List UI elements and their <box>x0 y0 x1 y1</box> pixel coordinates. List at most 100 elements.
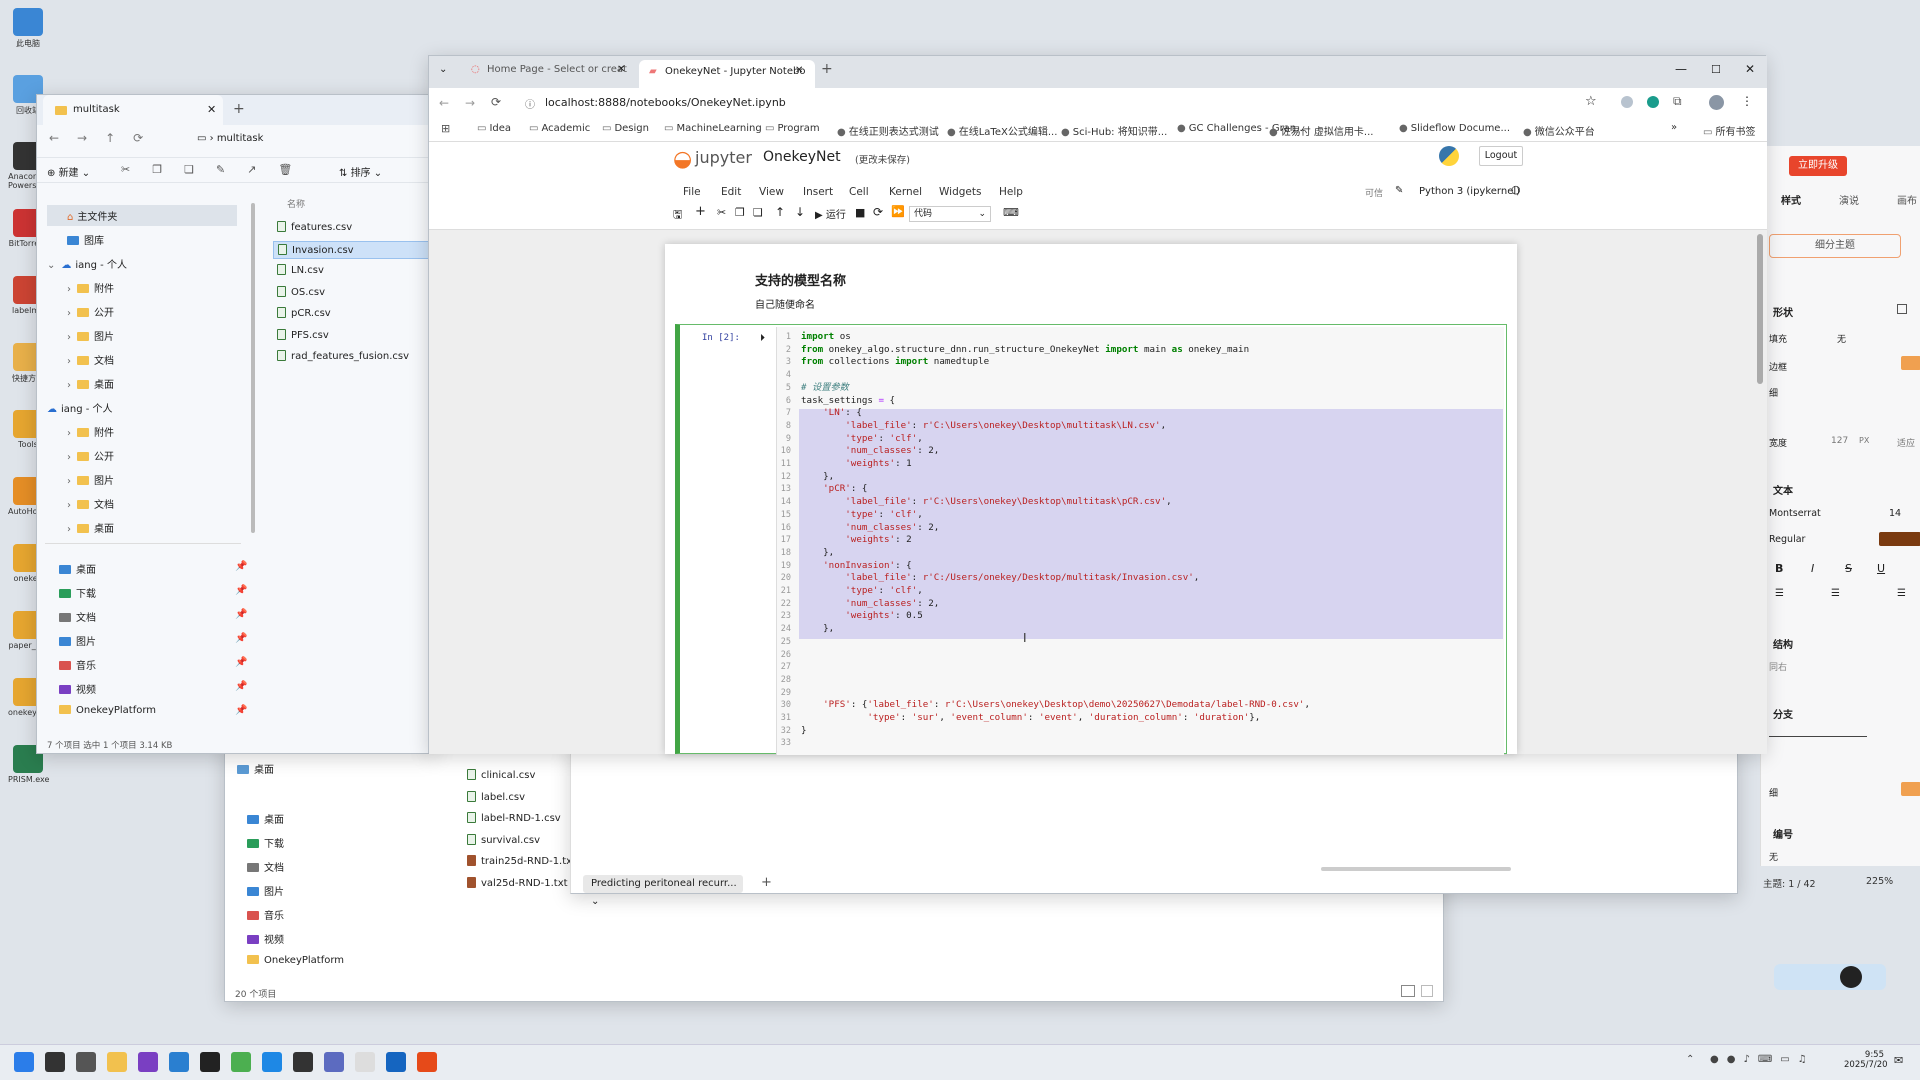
column-header-name[interactable]: 名称 <box>287 197 305 210</box>
run-button[interactable]: ▶ 运行 <box>815 206 846 221</box>
quick-access-item[interactable]: 视频 📌 <box>59 681 247 696</box>
file-item[interactable]: OS.csv <box>273 284 433 300</box>
file-item[interactable]: pCR.csv <box>273 305 433 321</box>
tree-item[interactable]: › 附件 <box>47 277 134 298</box>
cell-type-select[interactable]: 代码 ⌄ <box>909 206 991 222</box>
tab-style[interactable]: 样式 <box>1781 192 1801 207</box>
close-tab-icon[interactable]: ✕ <box>617 64 625 75</box>
quick-access-item[interactable]: OnekeyPlatform 📌 <box>59 705 247 716</box>
notebook-name[interactable]: OnekeyNet <box>763 149 841 165</box>
insert-cell-icon[interactable]: + <box>695 204 706 219</box>
quick-access-item[interactable]: OnekeyPlatform <box>247 955 417 966</box>
quick-access-item[interactable]: 文档 <box>247 859 417 874</box>
quick-access-item[interactable]: 下载 <box>247 835 417 850</box>
app-icon[interactable] <box>417 1052 437 1072</box>
tree-item[interactable]: › 附件 <box>47 421 134 442</box>
theme-button[interactable]: 细分主题 <box>1769 234 1901 258</box>
site-info-icon[interactable]: ⓘ <box>525 96 535 111</box>
tree-item-desktop[interactable]: 桌面 <box>237 761 274 776</box>
shape-icon[interactable] <box>1897 304 1907 314</box>
paste-icon[interactable]: ❏ <box>753 206 763 219</box>
sheet-tab[interactable]: Predicting peritoneal recurr... ⌄ <box>583 875 743 907</box>
file-item[interactable]: LN.csv <box>273 262 433 278</box>
kernel-name[interactable]: Python 3 (ipykernel) <box>1419 186 1520 197</box>
file-item[interactable]: survival.csv <box>467 833 540 846</box>
avatar[interactable] <box>1709 95 1724 110</box>
more-bookmarks-icon[interactable]: » <box>1671 122 1677 133</box>
auto-fit[interactable]: 适应 <box>1897 436 1915 449</box>
tab-canvas[interactable]: 画布 <box>1897 192 1917 207</box>
code-cell[interactable]: In [2]: ⏵ 1 import os 2 from onekey_algo.st… <box>675 324 1507 755</box>
number-value[interactable]: 无 <box>1769 850 1778 863</box>
app-icon[interactable] <box>200 1052 220 1072</box>
bookmark-item[interactable]: ▭ Program <box>765 123 820 134</box>
tree-item[interactable]: › 图片 <box>47 325 134 346</box>
notification-icon[interactable]: ✉ <box>1894 1054 1903 1067</box>
quick-access-item[interactable]: 下载 📌 <box>59 585 247 600</box>
notebook-scrollbar[interactable] <box>1757 234 1763 384</box>
quick-access-item[interactable]: 桌面 📌 <box>59 561 247 576</box>
tree-item[interactable]: ⌄ ☁ iang - 个人 <box>41 253 133 274</box>
new-tab-icon[interactable]: + <box>821 61 833 77</box>
zoom-level[interactable]: 225% <box>1866 876 1893 887</box>
app-icon[interactable] <box>138 1052 158 1072</box>
code-editor[interactable]: 1 import os 2 from onekey_algo.structure_dn… <box>776 327 1504 755</box>
branch-color-swatch[interactable] <box>1901 782 1920 796</box>
quick-access-item[interactable]: 图片 <box>247 883 417 898</box>
tray-icons[interactable]: ●●♪⌨▭♫ <box>1710 1054 1815 1065</box>
cut-copy-paste-icons[interactable]: ✂❐❏✎↗🗑 <box>121 163 314 176</box>
underline-icon[interactable]: U <box>1877 562 1885 575</box>
close-window-icon[interactable]: ✕ <box>1745 62 1755 76</box>
file-explorer-icon[interactable] <box>107 1052 127 1072</box>
quick-access-item[interactable]: 音乐 <box>247 907 417 922</box>
quick-access-item[interactable]: 音乐 📌 <box>59 657 247 672</box>
jupyter-logo-text[interactable]: jupyter <box>695 148 752 167</box>
app-icon[interactable] <box>324 1052 344 1072</box>
file-item[interactable]: label.csv <box>467 790 525 803</box>
extension-icon[interactable] <box>1647 96 1659 108</box>
tree-item[interactable]: › 桌面 <box>47 373 134 394</box>
line-thickness[interactable]: 细 <box>1769 386 1778 399</box>
address-bar[interactable]: ▭ › multitask <box>197 133 263 144</box>
sort-button[interactable]: ⇅ 排序 ⌄ <box>339 164 382 179</box>
chrome-icon[interactable] <box>231 1052 251 1072</box>
align-center-icon[interactable]: ☰ <box>1831 588 1840 599</box>
url-bar[interactable]: localhost:8888/notebooks/OnekeyNet.ipynb <box>545 96 786 109</box>
app-icon[interactable] <box>355 1052 375 1072</box>
add-sheet-icon[interactable]: + <box>761 875 772 890</box>
browser-tab-onekeynet[interactable]: ▰ OnekeyNet - Jupyter Notebo <box>639 60 815 88</box>
desktop-icon[interactable]: 此电脑 <box>8 8 48 49</box>
bookmark-item[interactable]: ● Sci-Hub: 将知识带... <box>1061 123 1167 138</box>
strikethrough-icon[interactable]: S <box>1845 562 1852 575</box>
bookmark-item[interactable]: ● 微信公众平台 <box>1523 123 1595 138</box>
quick-access-item[interactable]: 桌面 <box>247 811 417 826</box>
app-icon[interactable] <box>262 1052 282 1072</box>
tree-item[interactable]: ☁ iang - 个人 <box>41 397 119 418</box>
bookmark-item[interactable]: ● Slideflow Docume... <box>1399 123 1510 134</box>
task-view-icon[interactable] <box>76 1052 96 1072</box>
italic-icon[interactable]: I <box>1811 562 1814 575</box>
extension-icon[interactable] <box>1621 96 1633 108</box>
tree-item[interactable]: › 文档 <box>47 493 134 514</box>
extensions-puzzle-icon[interactable]: ⧉ <box>1673 94 1682 109</box>
bookmark-item[interactable]: ▭ MachineLearning <box>664 123 762 134</box>
structure-value[interactable]: 同右 <box>1769 660 1787 673</box>
floating-avatar-icon[interactable] <box>1840 966 1862 988</box>
forward-icon[interactable]: → <box>465 96 475 110</box>
tab-list-icon[interactable]: ⌄ <box>439 64 447 75</box>
bookmark-item[interactable]: ● 佐易付 虚拟信用卡... <box>1269 123 1373 138</box>
align-left-icon[interactable]: ☰ <box>1775 588 1784 599</box>
reload-icon[interactable]: ⟳ <box>491 95 501 109</box>
explorer-tab[interactable]: multitask ✕ <box>43 95 223 125</box>
jupyter-menu-item[interactable]: Cell <box>849 186 869 198</box>
browser-tab-home[interactable]: ◌ Home Page - Select or creat <box>461 56 637 84</box>
file-item[interactable]: features.csv <box>273 219 433 235</box>
jupyter-menu-item[interactable]: Help <box>999 186 1023 198</box>
file-item[interactable]: train25d-RND-1.txt <box>467 855 576 867</box>
move-up-icon[interactable]: ↑ <box>775 205 785 219</box>
tree-item[interactable]: › 文档 <box>47 349 134 370</box>
minimize-icon[interactable]: — <box>1675 62 1687 76</box>
quick-access-item[interactable]: 文档 📌 <box>59 609 247 624</box>
font-size-input[interactable]: 14 <box>1889 508 1901 519</box>
jupyter-menu-item[interactable]: Edit <box>721 186 741 198</box>
